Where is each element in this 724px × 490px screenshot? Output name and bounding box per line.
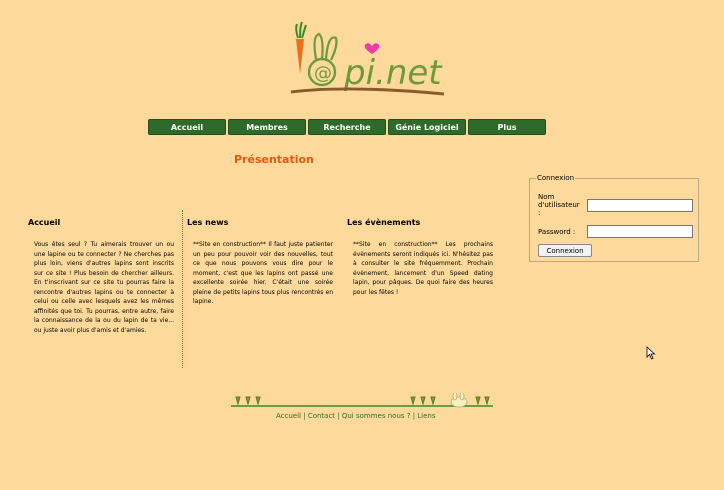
password-input[interactable] (587, 225, 693, 238)
section-accueil: Accueil Vous êtes seul ? Tu aimerais tro… (28, 218, 174, 334)
footer-link-accueil[interactable]: Accueil (276, 412, 301, 420)
footer-decoration (231, 391, 493, 411)
footer-link-contact[interactable]: Contact (308, 412, 335, 420)
login-legend: Connexion (536, 174, 576, 182)
username-label-line1: Nom (538, 193, 555, 201)
footer-link-liens[interactable]: Liens (417, 412, 435, 420)
bunny-icon (450, 391, 468, 408)
logo-text: pi.net (343, 53, 443, 93)
main-nav: Accueil Membres Recherche Génie Logiciel… (148, 119, 546, 135)
nav-recherche[interactable]: Recherche (308, 119, 386, 135)
footer-separator: | (335, 412, 342, 420)
column-divider (182, 210, 183, 368)
nav-membres[interactable]: Membres (228, 119, 306, 135)
section-news-text: **Site en construction** Il faut juste p… (193, 241, 333, 305)
section-events: Les évènements **Site en construction** … (347, 218, 493, 296)
password-label: Password : (538, 228, 576, 236)
username-label-line2: d'utilisateur (538, 201, 580, 209)
section-accueil-title: Accueil (28, 218, 61, 227)
site-logo[interactable]: @ pi.net (286, 14, 446, 104)
logo-at: @ (314, 63, 332, 84)
nav-accueil[interactable]: Accueil (148, 119, 226, 135)
username-label-line3: : (538, 209, 541, 217)
nav-plus[interactable]: Plus (468, 119, 546, 135)
section-news: Les news **Site en construction** Il fau… (187, 218, 333, 305)
page-title: Présentation (234, 153, 314, 166)
nav-genie-logiciel[interactable]: Génie Logiciel (388, 119, 466, 135)
mouse-cursor-icon (646, 345, 656, 364)
login-button[interactable]: Connexion (538, 244, 592, 257)
footer-links: Accueil | Contact | Qui sommes nous ? | … (276, 412, 436, 420)
section-events-text: **Site en construction** Les prochains é… (353, 241, 493, 296)
username-input[interactable] (587, 199, 693, 212)
footer-link-qui-sommes-nous[interactable]: Qui sommes nous ? (342, 412, 411, 420)
footer-separator: | (301, 412, 308, 420)
login-box: Connexion Nom d'utilisateur : Password :… (529, 174, 699, 262)
section-accueil-text: Vous êtes seul ? Tu aimerais trouver un … (34, 241, 174, 334)
section-events-title: Les évènements (347, 218, 421, 227)
section-news-title: Les news (187, 218, 229, 227)
